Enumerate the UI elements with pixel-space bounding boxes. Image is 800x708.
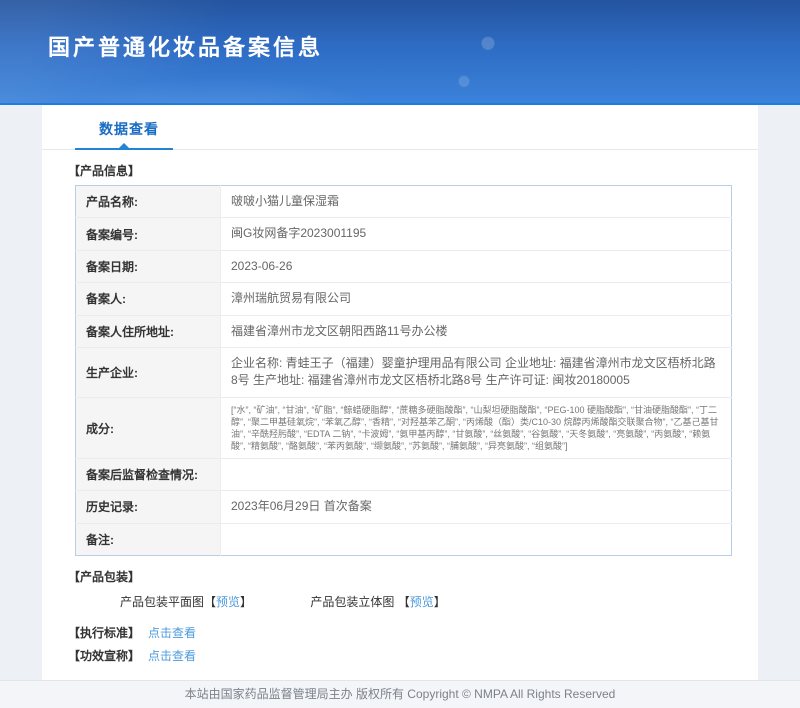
row-label: 备案人: <box>76 283 221 315</box>
bracket-open: 【 <box>204 595 216 609</box>
active-tab-underline <box>75 148 173 150</box>
page-title: 国产普通化妆品备案信息 <box>48 30 323 62</box>
row-value: 啵啵小猫儿童保湿霜 <box>221 186 732 218</box>
row-value: 企业名称: 青蛙王子（福建）婴童护理用品有限公司 企业地址: 福建省漳州市龙文区… <box>221 347 732 397</box>
table-row: 产品名称: 啵啵小猫儿童保湿霜 <box>76 186 732 218</box>
product-info-section-title: 【产品信息】 <box>68 162 758 179</box>
packaging-3d-view: 产品包装立体图 【预览】 <box>310 593 445 610</box>
row-label: 备案后监督检查情况: <box>76 459 221 491</box>
executive-standard-label: 【执行标准】 <box>68 626 140 640</box>
executive-standard-link[interactable]: 点击查看 <box>148 626 196 640</box>
bracket-close: 】 <box>240 595 252 609</box>
row-value <box>221 459 732 491</box>
table-row: 备案后监督检查情况: <box>76 459 732 491</box>
bracket-open: 【 <box>398 595 410 609</box>
content-card: 数据查看 【产品信息】 产品名称: 啵啵小猫儿童保湿霜 备案编号: 闽G妆网备字… <box>42 105 758 680</box>
row-value <box>221 523 732 555</box>
row-value: 2023年06月29日 首次备案 <box>221 491 732 523</box>
row-value: 2023-06-26 <box>221 250 732 282</box>
row-value: 福建省漳州市龙文区朝阳西路11号办公楼 <box>221 315 732 347</box>
table-row: 备案日期: 2023-06-26 <box>76 250 732 282</box>
packaging-section-title: 【产品包装】 <box>68 568 758 585</box>
efficacy-claim-link[interactable]: 点击查看 <box>148 649 196 663</box>
table-row: 备案人住所地址: 福建省漳州市龙文区朝阳西路11号办公楼 <box>76 315 732 347</box>
executive-standard-row: 【执行标准】点击查看 <box>68 624 758 641</box>
packaging-row: 产品包装平面图【预览】 产品包装立体图 【预览】 <box>120 593 758 610</box>
bracket-close: 】 <box>434 595 446 609</box>
product-info-table: 产品名称: 啵啵小猫儿童保湿霜 备案编号: 闽G妆网备字2023001195 备… <box>75 185 732 556</box>
table-row-ingredients: 成分: [“水”, “矿油”, “甘油”, “矿脂”, “鲸蜡硬脂醇”, “蔗糖… <box>76 397 732 459</box>
row-label: 历史记录: <box>76 491 221 523</box>
packaging-3d-preview-link[interactable]: 预览 <box>410 595 434 609</box>
active-tab-caret-icon <box>119 143 129 148</box>
packaging-flat-preview-link[interactable]: 预览 <box>216 595 240 609</box>
packaging-flat-view: 产品包装平面图【预览】 <box>120 593 252 610</box>
table-row: 历史记录: 2023年06月29日 首次备案 <box>76 491 732 523</box>
row-label: 生产企业: <box>76 347 221 397</box>
row-label: 产品名称: <box>76 186 221 218</box>
content-wrapper: 数据查看 【产品信息】 产品名称: 啵啵小猫儿童保湿霜 备案编号: 闽G妆网备字… <box>0 105 800 680</box>
row-label: 备注: <box>76 523 221 555</box>
table-row: 备案编号: 闽G妆网备字2023001195 <box>76 218 732 250</box>
row-label: 备案编号: <box>76 218 221 250</box>
row-label: 备案日期: <box>76 250 221 282</box>
row-label: 成分: <box>76 397 221 459</box>
efficacy-claim-row: 【功效宣称】点击查看 <box>68 647 758 664</box>
table-row: 备案人: 漳州瑞航贸易有限公司 <box>76 283 732 315</box>
table-row: 备注: <box>76 523 732 555</box>
page-footer: 本站由国家药品监督管理局主办 版权所有 Copyright © NMPA All… <box>0 680 800 708</box>
page-banner: 国产普通化妆品备案信息 <box>0 0 800 105</box>
table-row: 生产企业: 企业名称: 青蛙王子（福建）婴童护理用品有限公司 企业地址: 福建省… <box>76 347 732 397</box>
row-value: 漳州瑞航贸易有限公司 <box>221 283 732 315</box>
efficacy-claim-label: 【功效宣称】 <box>68 649 140 663</box>
packaging-flat-label: 产品包装平面图 <box>120 595 204 609</box>
tab-bar: 数据查看 <box>42 105 758 150</box>
row-label: 备案人住所地址: <box>76 315 221 347</box>
tab-data-view[interactable]: 数据查看 <box>99 119 159 139</box>
row-value: [“水”, “矿油”, “甘油”, “矿脂”, “鲸蜡硬脂醇”, “蔗糖多硬脂酸… <box>221 397 732 459</box>
row-value: 闽G妆网备字2023001195 <box>221 218 732 250</box>
packaging-3d-label: 产品包装立体图 <box>310 595 397 609</box>
